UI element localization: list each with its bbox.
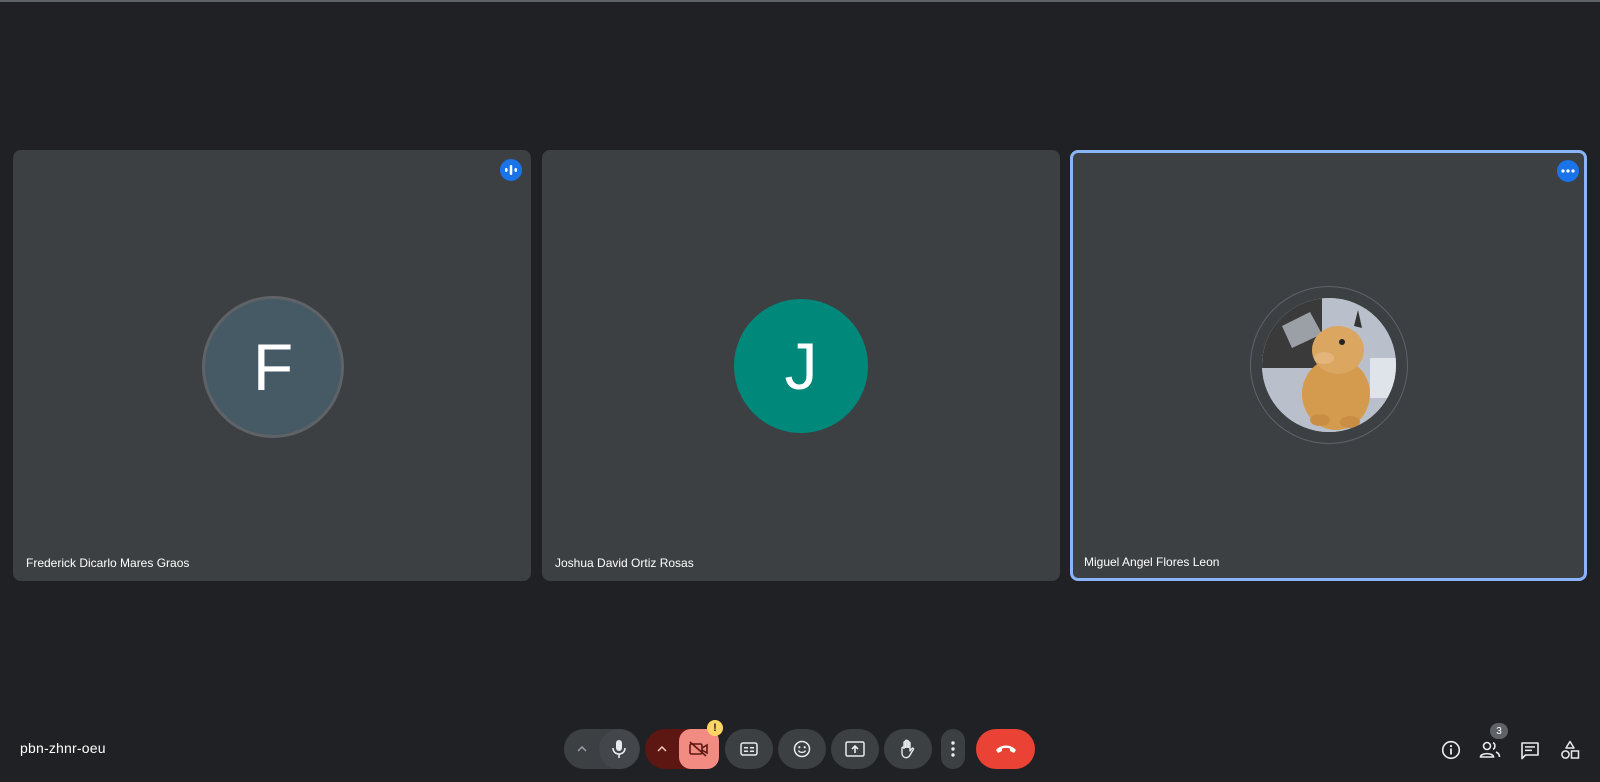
people-count-badge: 3 bbox=[1490, 723, 1508, 739]
participant-photo bbox=[1262, 298, 1396, 432]
chevron-up-icon bbox=[657, 746, 667, 752]
avatar-initial: J bbox=[784, 329, 818, 403]
hand-icon bbox=[901, 739, 915, 759]
audio-options-button[interactable] bbox=[565, 729, 599, 769]
people-button[interactable] bbox=[1477, 737, 1503, 763]
raise-hand-button[interactable] bbox=[884, 729, 932, 769]
microphone-button[interactable] bbox=[599, 729, 639, 769]
more-options-icon[interactable] bbox=[1557, 160, 1579, 182]
camera-control-group: ! bbox=[645, 720, 723, 769]
microphone-icon bbox=[612, 740, 626, 758]
closed-captions-icon bbox=[740, 742, 758, 756]
camera-off-icon bbox=[689, 741, 708, 757]
speaking-icon bbox=[500, 159, 522, 181]
call-end-icon bbox=[995, 745, 1016, 753]
participant-name: Joshua David Ortiz Rosas bbox=[555, 556, 694, 570]
present-screen-icon bbox=[845, 741, 865, 757]
avatar-ring bbox=[1250, 286, 1408, 444]
more-options-button[interactable] bbox=[941, 729, 965, 769]
emoji-icon bbox=[793, 740, 811, 758]
chevron-up-icon bbox=[577, 746, 587, 752]
activities-shapes-icon bbox=[1561, 740, 1580, 759]
participant-avatar: J bbox=[734, 299, 868, 433]
more-vert-icon bbox=[951, 741, 955, 757]
chat-icon bbox=[1521, 741, 1539, 759]
meeting-code: pbn-zhnr-oeu bbox=[20, 740, 106, 756]
participant-tile[interactable]: J Joshua David Ortiz Rosas bbox=[542, 150, 1060, 581]
top-divider bbox=[0, 0, 1600, 2]
participant-tile[interactable]: F Frederick Dicarlo Mares Graos bbox=[13, 150, 531, 581]
participant-avatar: F bbox=[202, 296, 344, 438]
meeting-details-button[interactable] bbox=[1438, 737, 1464, 763]
info-icon bbox=[1441, 740, 1461, 760]
microphone-control-group bbox=[564, 729, 640, 769]
present-screen-button[interactable] bbox=[831, 729, 879, 769]
participant-name: Frederick Dicarlo Mares Graos bbox=[26, 556, 190, 570]
camera-off-button[interactable]: ! bbox=[679, 720, 723, 769]
leave-call-button[interactable] bbox=[976, 729, 1035, 769]
participant-tile-active[interactable]: Miguel Angel Flores Leon bbox=[1070, 150, 1587, 581]
people-icon bbox=[1479, 741, 1501, 758]
avatar-initial: F bbox=[252, 330, 294, 404]
captions-button[interactable] bbox=[725, 729, 773, 769]
participant-name: Miguel Angel Flores Leon bbox=[1084, 555, 1220, 569]
activities-button[interactable] bbox=[1557, 737, 1583, 763]
chat-button[interactable] bbox=[1517, 737, 1543, 763]
video-options-button[interactable] bbox=[645, 729, 679, 769]
reactions-button[interactable] bbox=[778, 729, 826, 769]
warning-badge: ! bbox=[707, 720, 723, 736]
